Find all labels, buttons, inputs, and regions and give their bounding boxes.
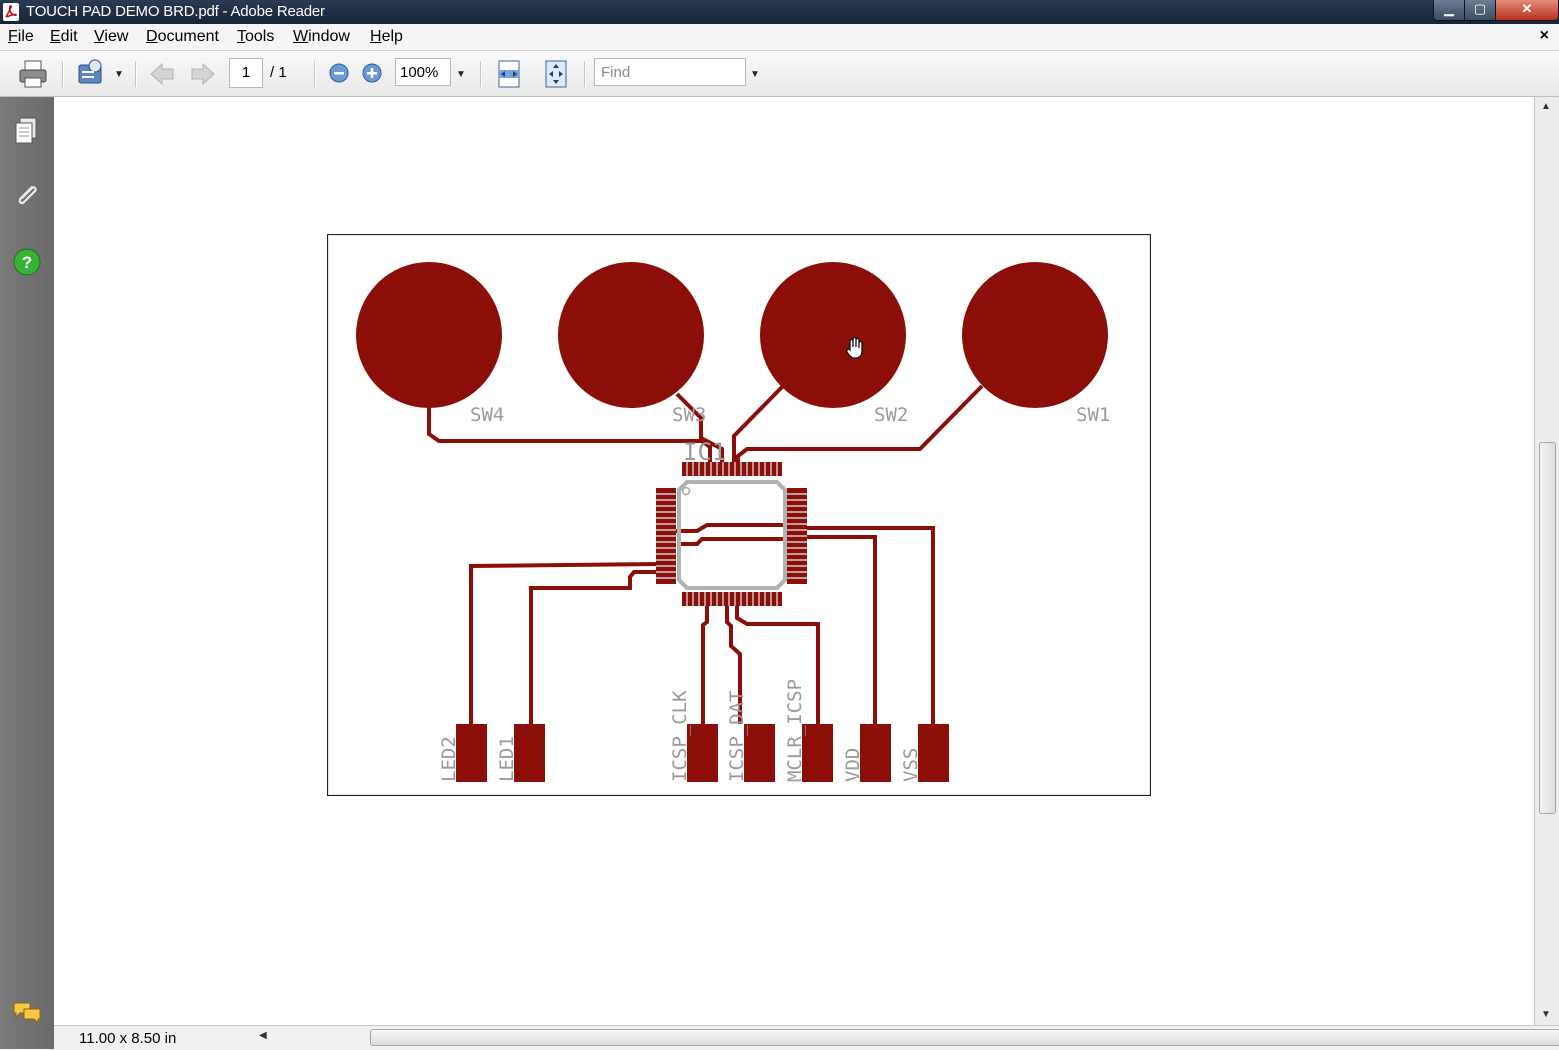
scroll-down-arrow-icon[interactable]: ▼ — [1541, 1009, 1551, 1020]
scroll-up-arrow-icon[interactable]: ▲ — [1541, 101, 1551, 112]
connector-pad-led1 — [514, 724, 545, 782]
connector-pad-vss — [918, 724, 949, 782]
menu-window[interactable]: Window — [293, 28, 350, 46]
connector-pad-mclr-icsp — [802, 724, 833, 782]
connector-pad-icsp-dat — [744, 724, 775, 782]
next-page-icon[interactable] — [189, 60, 217, 92]
label-vdd: VDD — [842, 748, 864, 782]
toolbar-separator — [480, 61, 482, 87]
switch-pad-sw4 — [356, 262, 502, 408]
page-size-label: 11.00 x 8.50 in — [79, 1030, 177, 1047]
print-icon[interactable] — [17, 58, 49, 94]
zoom-out-icon[interactable] — [328, 62, 350, 88]
label-sw3: SW3 — [672, 404, 706, 426]
toolbar-separator — [135, 61, 137, 87]
label-led2: LED2 — [438, 736, 460, 782]
adobe-reader-icon — [3, 3, 19, 21]
find-input[interactable]: Find — [594, 58, 746, 86]
menu-help[interactable]: Help — [370, 28, 403, 46]
connector-pad-vdd — [860, 724, 891, 782]
pages-icon[interactable] — [11, 115, 43, 147]
label-sw1: SW1 — [1076, 404, 1110, 426]
page-total: / 1 — [270, 64, 287, 81]
switch-pad-sw3 — [558, 262, 704, 408]
scroll-left-arrow-icon[interactable]: ◀ — [259, 1030, 267, 1041]
previous-page-icon[interactable] — [148, 60, 176, 92]
pcb-layout-drawing: SW4 SW3 SW2 SW1 IC1 LED2 LED1 ICSP_CLK I… — [327, 234, 1151, 796]
vertical-scroll-thumb[interactable] — [1539, 442, 1556, 814]
help-icon[interactable]: ? — [11, 246, 43, 278]
label-vss: VSS — [900, 748, 922, 782]
toolbar-separator — [584, 61, 586, 87]
switch-pad-sw2 — [760, 262, 906, 408]
comments-icon[interactable] — [11, 997, 43, 1029]
svg-text:?: ? — [22, 253, 32, 272]
label-mclr-icsp: MCLR_ICSP — [784, 679, 806, 782]
connector-pad-icsp-clk — [687, 724, 718, 782]
menu-view[interactable]: View — [94, 28, 128, 46]
window-title: TOUCH PAD DEMO BRD.pdf - Adobe Reader — [26, 3, 325, 20]
label-ic1: IC1 — [683, 438, 726, 466]
connector-pad-led2 — [456, 724, 487, 782]
fit-width-icon[interactable] — [496, 59, 522, 93]
menu-bar: File Edit View Document Tools Window Hel… — [0, 24, 1559, 51]
close-button[interactable]: ✕ — [1495, 0, 1559, 21]
label-led1: LED1 — [496, 736, 518, 782]
page-number-input[interactable]: 1 — [229, 58, 263, 88]
zoom-level-input[interactable]: 100% — [395, 58, 451, 86]
menu-document[interactable]: Document — [146, 28, 219, 46]
collaborate-dropdown-icon[interactable]: ▼ — [114, 69, 124, 80]
collaborate-icon[interactable] — [76, 57, 110, 93]
label-sw4: SW4 — [470, 404, 504, 426]
horizontal-scrollbar[interactable]: ◀ ▶ — [254, 1026, 1559, 1049]
navigation-panel: ? — [0, 97, 54, 1049]
fit-page-icon[interactable] — [543, 59, 569, 93]
maximize-button[interactable]: ▢ — [1464, 0, 1496, 21]
menu-tools[interactable]: Tools — [237, 28, 274, 46]
horizontal-scroll-thumb[interactable] — [370, 1029, 1559, 1046]
find-dropdown-icon[interactable]: ▼ — [750, 69, 760, 80]
title-bar: TOUCH PAD DEMO BRD.pdf - Adobe Reader ▁ … — [0, 0, 1559, 24]
label-icsp-clk: ICSP_CLK — [669, 690, 691, 782]
toolbar: ▼ 1 / 1 100% ▼ Find ▼ — [0, 51, 1559, 97]
menu-edit[interactable]: Edit — [50, 28, 78, 46]
label-icsp-dat: ICSP_DAT — [726, 690, 748, 782]
connector-pads — [456, 724, 949, 782]
menu-file[interactable]: File — [8, 28, 34, 46]
zoom-in-icon[interactable] — [361, 62, 383, 88]
zoom-dropdown-icon[interactable]: ▼ — [456, 69, 466, 80]
attachments-icon[interactable] — [11, 180, 43, 212]
toolbar-separator — [62, 61, 64, 87]
status-bar: 11.00 x 8.50 in ◀ ▶ — [54, 1025, 1559, 1050]
minimize-button[interactable]: ▁ — [1433, 0, 1465, 21]
close-document-button[interactable]: × — [1540, 27, 1549, 45]
toolbar-separator — [314, 61, 316, 87]
label-sw2: SW2 — [874, 404, 908, 426]
switch-pad-sw1 — [962, 262, 1108, 408]
vertical-scrollbar[interactable]: ▲ ▼ — [1534, 97, 1559, 1025]
